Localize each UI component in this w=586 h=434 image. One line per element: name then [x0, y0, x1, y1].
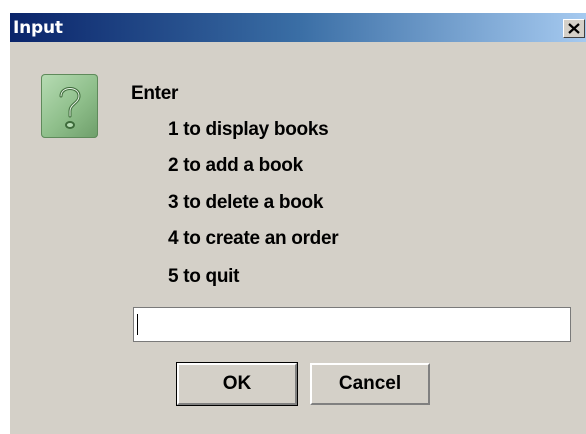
option-3: 3 to delete a book [168, 192, 324, 213]
close-button[interactable] [563, 19, 585, 38]
option-4: 4 to create an order [168, 228, 339, 249]
option-1: 1 to display books [168, 119, 329, 140]
choice-input[interactable] [133, 307, 571, 342]
input-dialog: Input Enter 1 to display books 2 to add … [9, 12, 586, 434]
text-caret [137, 314, 138, 335]
ok-button-label: OK [222, 373, 252, 394]
cancel-button-label: Cancel [338, 373, 402, 394]
prompt-heading: Enter [131, 83, 179, 104]
cancel-button[interactable]: Cancel [310, 363, 430, 405]
ok-button[interactable]: OK [176, 362, 298, 406]
window-title: Input [13, 18, 63, 38]
question-icon [41, 74, 98, 138]
title-bar[interactable]: Input [10, 13, 586, 42]
option-5: 5 to quit [168, 266, 240, 287]
close-icon [568, 23, 580, 34]
option-2: 2 to add a book [168, 155, 303, 176]
